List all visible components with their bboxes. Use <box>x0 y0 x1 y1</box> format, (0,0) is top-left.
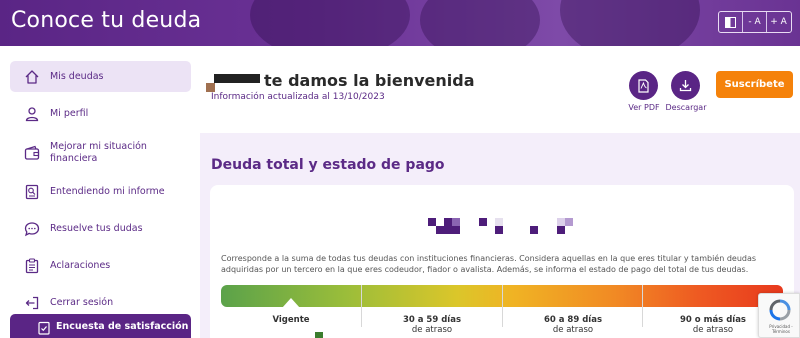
banner-decoration <box>560 0 700 46</box>
sidebar-item-mi-perfil[interactable]: Mi perfil <box>10 98 191 129</box>
contrast-button[interactable] <box>719 12 742 32</box>
logout-icon <box>23 294 41 312</box>
banner-decoration <box>420 0 540 46</box>
status-pointer <box>282 298 300 308</box>
home-icon <box>23 68 41 86</box>
status-category-name: 90 o más días <box>680 315 746 325</box>
banner-decoration <box>250 0 410 46</box>
status-category-sub: de atraso <box>411 325 453 335</box>
redacted-value <box>315 332 323 338</box>
recaptcha-badge[interactable]: Privacidad - Términos <box>758 293 800 338</box>
sidebar-item-label: Mis deudas <box>50 70 104 82</box>
status-category-name: Vigente <box>272 315 310 325</box>
download-button[interactable] <box>671 71 700 100</box>
contrast-icon <box>725 16 736 28</box>
sidebar-item-label: Mi perfil <box>50 107 89 119</box>
redacted-name-fragment <box>206 83 215 92</box>
status-category-30-59: 30 a 59 días de atraso <box>362 315 502 335</box>
download-icon <box>679 80 692 92</box>
debt-description: Corresponde a la suma de todas tus deuda… <box>221 254 757 274</box>
welcome-panel: te damos la bienvenida Información actua… <box>200 46 800 133</box>
sidebar-item-label: Entendiendo mi informe <box>50 185 165 197</box>
status-category-60-89: 60 a 89 días de atraso <box>503 315 643 335</box>
clipboard-icon <box>23 257 41 275</box>
welcome-title: te damos la bienvenida <box>264 71 475 90</box>
status-category-name: 60 a 89 días <box>543 315 603 325</box>
user-icon <box>23 105 41 123</box>
wallet-icon <box>23 144 41 162</box>
debt-card: Corresponde a la suma de todas tus deuda… <box>210 185 794 338</box>
redacted-name <box>214 74 260 83</box>
report-icon <box>23 183 41 201</box>
sidebar-item-label: Cerrar sesión <box>50 296 114 308</box>
download-label[interactable]: Descargar <box>663 103 709 112</box>
view-pdf-label[interactable]: Ver PDF <box>624 103 664 112</box>
view-pdf-button[interactable] <box>629 71 658 100</box>
sidebar-item-mejorar-situacion[interactable]: Mejorar mi situación financiera <box>10 137 191 168</box>
pdf-icon <box>638 78 649 93</box>
section-title: Deuda total y estado de pago <box>211 157 445 173</box>
increase-font-button[interactable]: + A <box>767 12 790 32</box>
recaptcha-icon <box>769 299 791 321</box>
sidebar-item-mis-deudas[interactable]: Mis deudas <box>10 61 191 92</box>
sidebar-item-label: Aclaraciones <box>50 259 111 271</box>
sidebar-item-label: Resuelve tus dudas <box>50 222 143 234</box>
status-category-name: 30 a 59 días <box>402 315 462 325</box>
page-title: Conoce tu deuda <box>11 8 202 33</box>
survey-label: Encuesta de satisfacción <box>56 321 189 332</box>
accessibility-controls: - A + A <box>718 11 792 33</box>
header-banner: Conoce tu deuda - A + A <box>0 0 800 46</box>
satisfaction-survey-button[interactable]: Encuesta de satisfacción <box>10 314 191 338</box>
sidebar-item-aclaraciones[interactable]: Aclaraciones <box>10 250 191 281</box>
status-category-sub: de atraso <box>692 325 734 335</box>
info-updated-date: Información actualizada al 13/10/2023 <box>211 92 385 102</box>
decrease-font-button[interactable]: - A <box>743 12 766 32</box>
status-category-sub: de atraso <box>552 325 594 335</box>
sidebar: Mis deudas Mi perfil Mejorar mi situació… <box>0 46 200 338</box>
chat-icon <box>23 220 41 238</box>
status-category-vigente: Vigente <box>221 315 361 325</box>
sidebar-item-label: Mejorar mi situación financiera <box>50 141 147 164</box>
subscribe-button[interactable]: Suscríbete <box>716 71 793 98</box>
checklist-icon <box>38 320 50 338</box>
sidebar-item-resuelve-dudas[interactable]: Resuelve tus dudas <box>10 213 191 244</box>
sidebar-item-entendiendo-informe[interactable]: Entendiendo mi informe <box>10 176 191 207</box>
recaptcha-links[interactable]: Privacidad - Términos <box>761 324 800 334</box>
